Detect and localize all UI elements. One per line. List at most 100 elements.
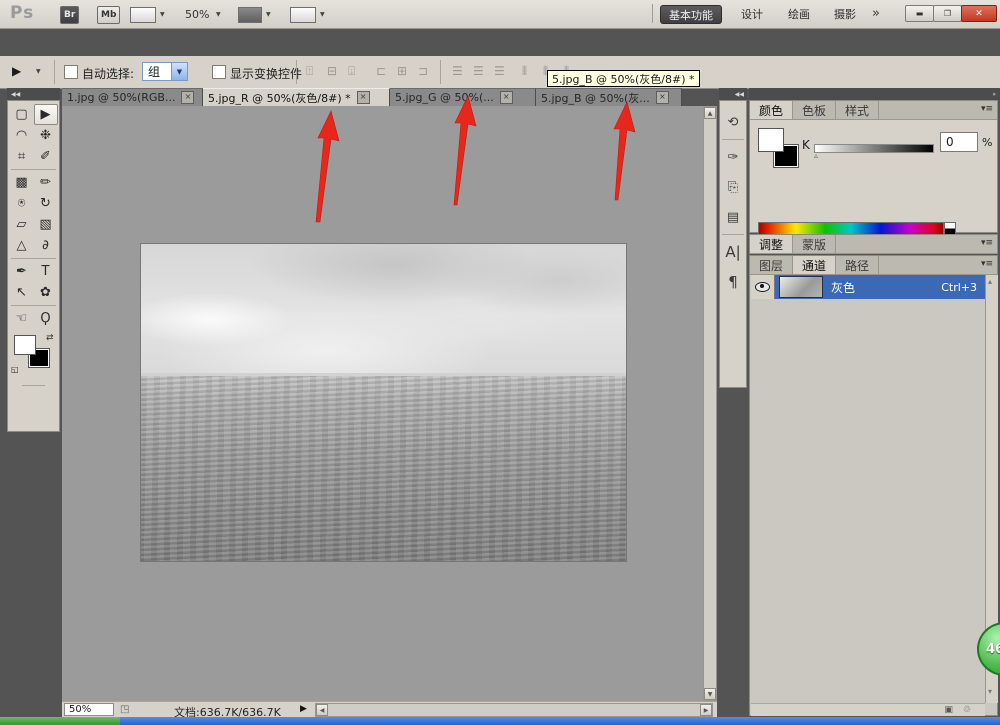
auto-select-dropdown[interactable]: 组 ▼ [142, 62, 188, 81]
type-tool[interactable]: T [34, 261, 58, 282]
quick-selection-tool[interactable]: ❉ [34, 125, 58, 146]
document-tab-4[interactable]: 5.jpg_B @ 50%(灰... × [536, 88, 682, 106]
custom-shape-tool[interactable]: ✿ [34, 282, 58, 303]
workspace-overflow-icon[interactable]: » [872, 6, 880, 21]
channel-thumbnail[interactable] [779, 276, 823, 298]
panel-menu-icon[interactable]: ▾≡ [981, 238, 993, 248]
eraser-tool[interactable]: ▱ [10, 214, 34, 235]
close-tab-icon[interactable]: × [500, 91, 513, 104]
mini-bridge-button[interactable]: Mb [97, 6, 120, 24]
align-top-icon[interactable]: ⍐ [306, 64, 313, 79]
align-vcenter-icon[interactable]: ⊟ [327, 64, 337, 78]
chevron-down-icon[interactable]: ▼ [171, 63, 187, 80]
crop-tool[interactable]: ⌗ [10, 146, 34, 167]
smudge-tool[interactable]: ∂ [34, 235, 58, 256]
chevron-down-icon[interactable]: ▼ [160, 11, 165, 18]
blur-tool[interactable]: △ [10, 235, 34, 256]
taskbar-button[interactable] [0, 717, 120, 725]
character-panel-icon[interactable]: A| [720, 237, 746, 267]
distribute-bottom-icon[interactable]: ☰ [494, 64, 505, 78]
duplicate-icon[interactable]: ◳ [120, 704, 129, 715]
tab-styles[interactable]: 样式 [836, 101, 879, 119]
workspace-photo-button[interactable]: 摄影 [826, 5, 864, 22]
zoom-level-value[interactable]: 50% [185, 8, 209, 21]
rectangular-marquee-tool[interactable]: ▢ [10, 104, 34, 125]
align-bottom-icon[interactable]: ⍗ [348, 64, 355, 79]
k-slider-marker[interactable]: ▵ [814, 151, 818, 160]
scroll-left-icon[interactable]: ◀ [316, 704, 328, 716]
canvas-area[interactable] [62, 106, 703, 701]
hand-tool[interactable]: ☜ [10, 308, 34, 329]
actions-panel-icon[interactable]: ▤ [720, 202, 746, 232]
panel-menu-icon[interactable]: ▾≡ [981, 259, 993, 269]
toolbar-collapse[interactable]: ◀◀ [7, 88, 60, 100]
paragraph-panel-icon[interactable]: ¶ [720, 267, 746, 297]
scroll-up-icon[interactable]: ▲ [704, 107, 716, 119]
default-colors-icon[interactable]: ◱ [11, 365, 19, 374]
bridge-button[interactable]: Br [60, 6, 79, 24]
distribute-left-icon[interactable]: ⫴ [522, 64, 527, 79]
close-tab-icon[interactable]: × [357, 91, 370, 104]
pen-tool[interactable]: ✒ [10, 261, 34, 282]
lasso-tool[interactable]: ◠ [10, 125, 34, 146]
align-hcenter-icon[interactable]: ⊞ [397, 64, 407, 78]
channel-row-gray[interactable]: 灰色 Ctrl+3 [751, 275, 985, 299]
launch-panel-icon[interactable] [130, 7, 156, 23]
tab-layers[interactable]: 图层 [750, 256, 793, 274]
trash-icon[interactable]: ♲ [963, 705, 971, 715]
healing-brush-tool[interactable]: ▩ [10, 172, 34, 193]
eyedropper-tool[interactable]: ✐ [34, 146, 58, 167]
workspace-basic-button[interactable]: 基本功能 [660, 5, 722, 24]
panel-menu-icon[interactable]: ▾≡ [981, 104, 993, 114]
tab-color[interactable]: 颜色 [750, 101, 793, 119]
document-tab-2-active[interactable]: 5.jpg_R @ 50%(灰色/8#) * × [203, 88, 390, 106]
distribute-vcenter-icon[interactable]: ☰ [473, 64, 484, 78]
tab-adjustments[interactable]: 调整 [750, 235, 793, 253]
chevron-down-icon[interactable]: ▼ [266, 11, 271, 18]
workspace-paint-button[interactable]: 绘画 [780, 5, 818, 22]
panel-dock-expand[interactable]: » [749, 88, 1000, 100]
brush-panel-icon[interactable]: ✑ [720, 142, 746, 172]
align-left-icon[interactable]: ⊏ [376, 64, 386, 78]
horizontal-scrollbar[interactable]: ◀ ▶ [315, 703, 713, 717]
visibility-toggle[interactable] [751, 275, 775, 299]
align-right-icon[interactable]: ⊐ [418, 64, 428, 78]
close-button[interactable]: ✕ [961, 5, 997, 22]
scroll-right-icon[interactable]: ▶ [700, 704, 712, 716]
tab-masks[interactable]: 蒙版 [793, 235, 836, 253]
chevron-down-icon[interactable]: ▼ [216, 11, 221, 18]
new-item-icon[interactable]: ▣ [944, 705, 953, 715]
path-selection-tool[interactable]: ↖ [10, 282, 34, 303]
gradient-tool[interactable]: ▧ [34, 214, 58, 235]
status-expand-icon[interactable]: ▶ [300, 704, 307, 714]
workspace-design-button[interactable]: 设计 [733, 5, 771, 22]
document-tab-1[interactable]: 1.jpg @ 50%(RGB... × [62, 88, 203, 106]
minimize-button[interactable]: ▬ [905, 5, 934, 22]
vertical-scrollbar[interactable]: ▲ ▼ [703, 106, 717, 701]
arrange-documents-icon[interactable] [238, 7, 262, 23]
brush-tool[interactable]: ✏ [34, 172, 58, 193]
document-tab-3[interactable]: 5.jpg_G @ 50%(... × [390, 88, 536, 106]
k-slider[interactable] [814, 144, 934, 153]
close-tab-icon[interactable]: × [656, 91, 669, 104]
restore-button[interactable]: ❐ [933, 5, 962, 22]
close-tab-icon[interactable]: × [181, 91, 194, 104]
chevron-down-icon[interactable]: ▼ [36, 68, 41, 75]
zoom-tool[interactable]: Ϙ [34, 308, 58, 329]
dock-collapse[interactable]: ◀◀ [719, 88, 747, 100]
chevron-down-icon[interactable]: ▼ [320, 11, 325, 18]
move-tool[interactable]: ▶ [34, 104, 58, 125]
document-image-sea[interactable] [140, 243, 627, 562]
screen-mode-icon[interactable] [290, 7, 316, 23]
foreground-color-swatch[interactable] [14, 335, 36, 355]
scroll-down-icon[interactable]: ▾ [988, 687, 992, 696]
distribute-top-icon[interactable]: ☰ [452, 64, 463, 78]
auto-select-checkbox[interactable] [64, 65, 78, 79]
tab-swatches[interactable]: 色板 [793, 101, 836, 119]
tab-channels[interactable]: 通道 [793, 256, 836, 274]
swap-colors-icon[interactable]: ⇄ [46, 333, 54, 343]
scroll-up-icon[interactable]: ▴ [988, 277, 992, 286]
status-zoom-input[interactable]: 50% [64, 703, 114, 716]
history-panel-icon[interactable]: ⟲ [720, 107, 746, 137]
history-brush-tool[interactable]: ↻ [34, 193, 58, 214]
